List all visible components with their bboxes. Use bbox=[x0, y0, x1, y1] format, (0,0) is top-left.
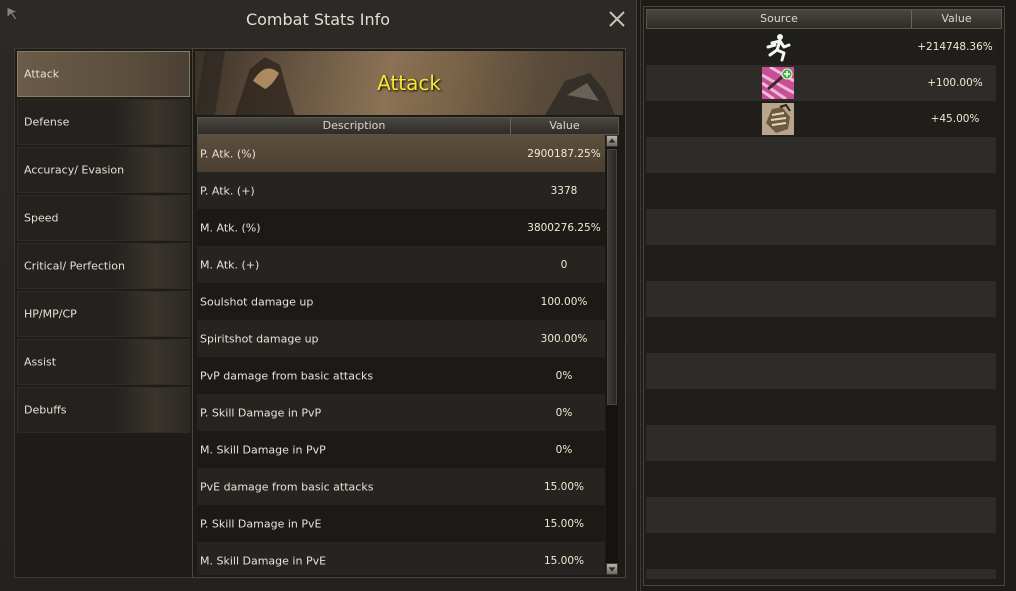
source-value: +45.00% bbox=[930, 113, 980, 125]
sidebar-item-label: Debuffs bbox=[24, 403, 67, 417]
source-table-body: +214748.36% +100.00% +45.00% bbox=[646, 29, 996, 579]
source-row-empty bbox=[646, 173, 996, 209]
sidebar-item-debuffs[interactable]: Debuffs bbox=[17, 387, 190, 433]
scroll-thumb[interactable] bbox=[607, 149, 617, 405]
scroll-down-arrow-icon[interactable] bbox=[606, 563, 618, 575]
sidebar-item-label: Defense bbox=[24, 115, 70, 129]
row-value: 0 bbox=[560, 258, 568, 271]
close-icon[interactable] bbox=[606, 8, 628, 30]
table-row[interactable]: P. Skill Damage in PvP 0% bbox=[197, 394, 605, 431]
fist-gauntlet-icon bbox=[762, 103, 794, 135]
row-value: 15.00% bbox=[543, 554, 585, 567]
source-row-empty bbox=[646, 461, 996, 497]
source-row-empty bbox=[646, 209, 996, 245]
row-description: P. Skill Damage in PvP bbox=[200, 406, 322, 419]
stats-table-body: P. Atk. (%) 2900187.25% P. Atk. (+) 3378 M… bbox=[197, 135, 605, 575]
stats-table-header: Description Value bbox=[197, 117, 619, 135]
row-value: 15.00% bbox=[543, 480, 585, 493]
source-value: +100.00% bbox=[927, 77, 983, 89]
source-row-empty bbox=[646, 497, 996, 533]
row-value: 3378 bbox=[550, 184, 578, 197]
stats-panel: Attack Description Value P. Atk. (%) 2900… bbox=[192, 48, 626, 578]
banner-title: Attack bbox=[377, 71, 441, 95]
source-row-empty bbox=[646, 389, 996, 425]
title-bar[interactable]: Combat Stats Info bbox=[0, 0, 636, 40]
row-description: Soulshot damage up bbox=[200, 295, 314, 308]
sidebar-item-critical-perfection[interactable]: Critical/ Perfection bbox=[17, 243, 190, 289]
source-value: +214748.36% bbox=[917, 41, 993, 53]
row-description: PvP damage from basic attacks bbox=[200, 369, 374, 382]
row-value: 15.00% bbox=[543, 517, 585, 530]
sidebar-item-label: Accuracy/ Evasion bbox=[24, 163, 125, 177]
source-panel: Source Value +214748.36% +100.00% +45.00… bbox=[640, 0, 1016, 591]
sidebar-item-label: Assist bbox=[24, 355, 57, 369]
row-description: M. Skill Damage in PvP bbox=[200, 443, 326, 456]
source-row-empty bbox=[646, 569, 996, 579]
row-value: 3800276.25% bbox=[527, 221, 601, 234]
sidebar-item-attack[interactable]: Attack bbox=[17, 51, 190, 97]
source-row-empty bbox=[646, 281, 996, 317]
sidebar-item-label: Attack bbox=[24, 67, 60, 81]
source-table: Source Value +214748.36% +100.00% +45.00… bbox=[643, 6, 1005, 586]
row-value: 0% bbox=[555, 443, 573, 456]
column-header-description[interactable]: Description bbox=[198, 119, 510, 132]
pink-buff-icon bbox=[762, 67, 794, 99]
sidebar-item-speed[interactable]: Speed bbox=[17, 195, 190, 241]
row-description: M. Skill Damage in PvE bbox=[200, 554, 327, 567]
table-row[interactable]: M. Skill Damage in PvP 0% bbox=[197, 431, 605, 468]
row-value: 0% bbox=[555, 406, 573, 419]
source-row-empty bbox=[646, 353, 996, 389]
row-value: 2900187.25% bbox=[527, 147, 601, 160]
row-description: P. Atk. (%) bbox=[200, 147, 256, 160]
row-value: 100.00% bbox=[540, 295, 588, 308]
source-row[interactable]: +100.00% bbox=[646, 65, 996, 101]
source-row-empty bbox=[646, 425, 996, 461]
source-row[interactable]: +214748.36% bbox=[646, 29, 996, 65]
table-row[interactable]: M. Atk. (%) 3800276.25% bbox=[197, 209, 605, 246]
table-row[interactable]: PvE damage from basic attacks 15.00% bbox=[197, 468, 605, 505]
table-row[interactable]: P. Atk. (%) 2900187.25% bbox=[197, 135, 605, 172]
source-row-empty bbox=[646, 317, 996, 353]
row-description: M. Atk. (%) bbox=[200, 221, 261, 234]
scroll-up-arrow-icon[interactable] bbox=[606, 135, 618, 147]
sidebar-item-label: Speed bbox=[24, 211, 59, 225]
source-row-empty bbox=[646, 137, 996, 173]
source-table-header: Source Value bbox=[646, 9, 1002, 29]
sidebar-item-assist[interactable]: Assist bbox=[17, 339, 190, 385]
column-header-value[interactable]: Value bbox=[511, 119, 618, 132]
row-description: Spiritshot damage up bbox=[200, 332, 319, 345]
row-value: 0% bbox=[555, 369, 573, 382]
row-description: P. Atk. (+) bbox=[200, 184, 255, 197]
row-description: P. Skill Damage in PvE bbox=[200, 517, 322, 530]
row-description: M. Atk. (+) bbox=[200, 258, 260, 271]
table-row[interactable]: P. Atk. (+) 3378 bbox=[197, 172, 605, 209]
sidebar-item-accuracy-evasion[interactable]: Accuracy/ Evasion bbox=[17, 147, 190, 193]
sidebar-item-label: HP/MP/CP bbox=[24, 307, 77, 321]
table-row[interactable]: Spiritshot damage up 300.00% bbox=[197, 320, 605, 357]
running-figure-icon bbox=[762, 31, 794, 63]
category-banner: Attack bbox=[195, 51, 623, 115]
column-header-source[interactable]: Source bbox=[647, 12, 911, 25]
combat-stats-window: Combat Stats Info Attack Defense Accurac… bbox=[0, 0, 637, 591]
table-row[interactable]: Soulshot damage up 100.00% bbox=[197, 283, 605, 320]
source-row-empty bbox=[646, 245, 996, 281]
sidebar-item-hp-mp-cp[interactable]: HP/MP/CP bbox=[17, 291, 190, 337]
category-sidebar: Attack Defense Accuracy/ Evasion Speed C… bbox=[14, 48, 193, 578]
sidebar-item-defense[interactable]: Defense bbox=[17, 99, 190, 145]
column-header-value[interactable]: Value bbox=[912, 12, 1001, 25]
source-row-empty bbox=[646, 533, 996, 569]
stats-scrollbar[interactable] bbox=[606, 135, 618, 575]
row-description: PvE damage from basic attacks bbox=[200, 480, 374, 493]
sidebar-item-label: Critical/ Perfection bbox=[24, 259, 125, 273]
table-row[interactable]: M. Skill Damage in PvE 15.00% bbox=[197, 542, 605, 575]
source-row[interactable]: +45.00% bbox=[646, 101, 996, 137]
table-row[interactable]: P. Skill Damage in PvE 15.00% bbox=[197, 505, 605, 542]
table-row[interactable]: PvP damage from basic attacks 0% bbox=[197, 357, 605, 394]
row-value: 300.00% bbox=[540, 332, 588, 345]
window-title: Combat Stats Info bbox=[245, 10, 391, 29]
table-row[interactable]: M. Atk. (+) 0 bbox=[197, 246, 605, 283]
